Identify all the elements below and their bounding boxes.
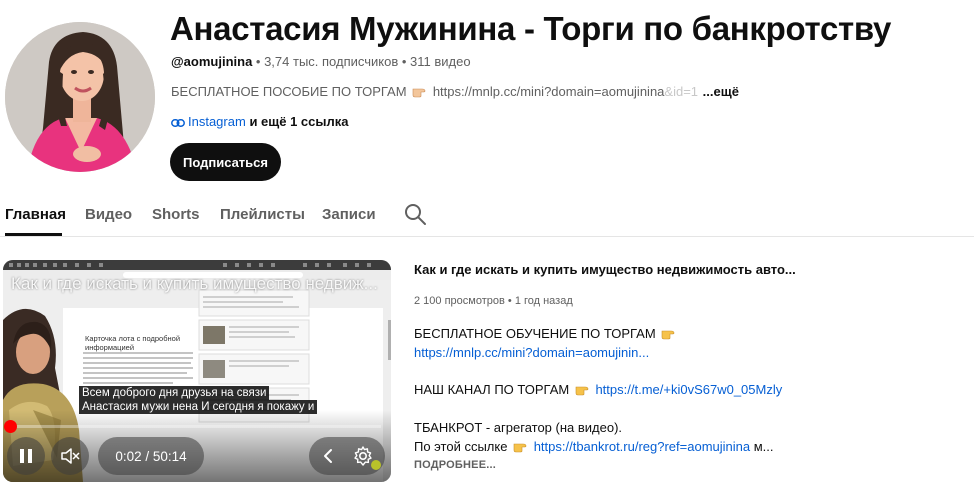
channel-name: Анастасия Мужинина - Торги по банкротств…: [170, 10, 892, 47]
description-line-1: БЕСПЛАТНОЕ ОБУЧЕНИЕ ПО ТОРГАМ: [414, 326, 678, 342]
tab-shorts[interactable]: Shorts: [152, 206, 200, 223]
channel-links: Instagram и ещё 1 ссылка: [171, 114, 348, 130]
indicator-dot: [371, 460, 381, 470]
description-tail: м...: [750, 439, 774, 454]
channel-tabs: Главная Видео Shorts Плейлисты Записи: [0, 196, 974, 237]
more-links-button[interactable]: и ещё 1 ссылка: [249, 114, 348, 129]
progress-bar[interactable]: [4, 420, 381, 433]
description-text: НАШ КАНАЛ ПО ТОРГАМ: [414, 382, 570, 397]
pause-button[interactable]: [7, 437, 45, 475]
search-icon[interactable]: [403, 202, 427, 226]
description-line-5: По этой ссылке https://tbankrot.ru/reg?r…: [414, 439, 774, 455]
subscriber-count: 3,74 тыс. подписчиков: [264, 54, 399, 69]
featured-video-player[interactable]: Как и где искать и купить имущество недв…: [3, 260, 391, 482]
channel-meta: @aomujinina • 3,74 тыс. подписчиков • 31…: [171, 54, 471, 70]
active-tab-indicator: [5, 233, 62, 236]
view-count: 2 100 просмотров: [414, 295, 505, 307]
tab-playlists[interactable]: Плейлисты: [220, 206, 305, 223]
description-line-3: НАШ КАНАЛ ПО ТОРГАМ https://t.me/+ki0vS6…: [414, 382, 782, 398]
avatar-photo: [5, 22, 155, 172]
description-line-4: ТБАНКРОТ - агрегатор (на видео).: [414, 420, 623, 435]
instagram-link[interactable]: Instagram: [188, 114, 246, 129]
meta-separator: •: [398, 54, 411, 69]
description-link: https://mnlp.cc/mini?domain=aomujinina: [432, 84, 665, 99]
description-text: БЕСПЛАТНОЕ ПОСОБИЕ ПО ТОРГАМ: [171, 84, 407, 99]
backhand-index-pointing-right-emoji: [575, 386, 589, 396]
meta-separator: •: [504, 295, 515, 307]
subtitle-line-2: Анастасия мужи нена И сегодня я покажу и: [79, 400, 318, 414]
slide-heading: Карточка лота с подробной информацией: [85, 334, 181, 352]
tab-posts[interactable]: Записи: [322, 206, 376, 223]
time-display: 0:02 / 50:14: [98, 437, 204, 475]
video-meta: 2 100 просмотров • 1 год назад: [414, 294, 573, 308]
featured-video-title[interactable]: Как и где искать и купить имущество недв…: [414, 262, 796, 278]
channel-avatar[interactable]: [5, 22, 155, 172]
progress-scrubber[interactable]: [4, 420, 17, 433]
training-link[interactable]: https://mnlp.cc/mini?domain=aomujinin...: [414, 345, 649, 360]
pause-icon: [20, 449, 32, 463]
tab-videos[interactable]: Видео: [85, 206, 132, 223]
channel-handle: @aomujinina: [171, 54, 253, 69]
tab-home[interactable]: Главная: [5, 206, 66, 223]
subscribe-button[interactable]: Подписаться: [170, 143, 281, 181]
chevron-left-icon[interactable]: [317, 444, 341, 468]
mute-button[interactable]: [51, 437, 89, 475]
description-text: По этой ссылке: [414, 439, 508, 454]
backhand-index-pointing-right-emoji: [513, 443, 527, 453]
backhand-index-pointing-right-emoji: [662, 330, 675, 340]
description-line-2: https://mnlp.cc/mini?domain=aomujinin...: [414, 345, 649, 361]
subtitle-line-1: Всем доброго дня друзья на связи: [79, 386, 270, 400]
upload-age: 1 год назад: [514, 295, 573, 307]
player-overlay-title: Как и где искать и купить имущество недв…: [11, 274, 378, 293]
video-count: 311 видео: [410, 54, 471, 69]
meta-separator: •: [252, 54, 265, 69]
volume-muted-icon: [61, 448, 80, 464]
show-more-button[interactable]: ПОДРОБНЕЕ...: [414, 459, 496, 471]
channel-description[interactable]: БЕСПЛАТНОЕ ПОСОБИЕ ПО ТОРГАМ https://mnl…: [171, 84, 739, 100]
description-more-button[interactable]: ...ещё: [703, 84, 739, 99]
description-text: БЕСПЛАТНОЕ ОБУЧЕНИЕ ПО ТОРГАМ: [414, 326, 656, 341]
tbankrot-link[interactable]: https://tbankrot.ru/reg?ref=aomujinina: [534, 439, 750, 454]
telegram-link[interactable]: https://t.me/+ki0vS67w0_05Mzly: [595, 382, 782, 397]
link-icon: [171, 119, 185, 127]
description-link-faded: &id=1: [664, 84, 699, 99]
backhand-index-pointing-right-emoji: [412, 88, 426, 98]
